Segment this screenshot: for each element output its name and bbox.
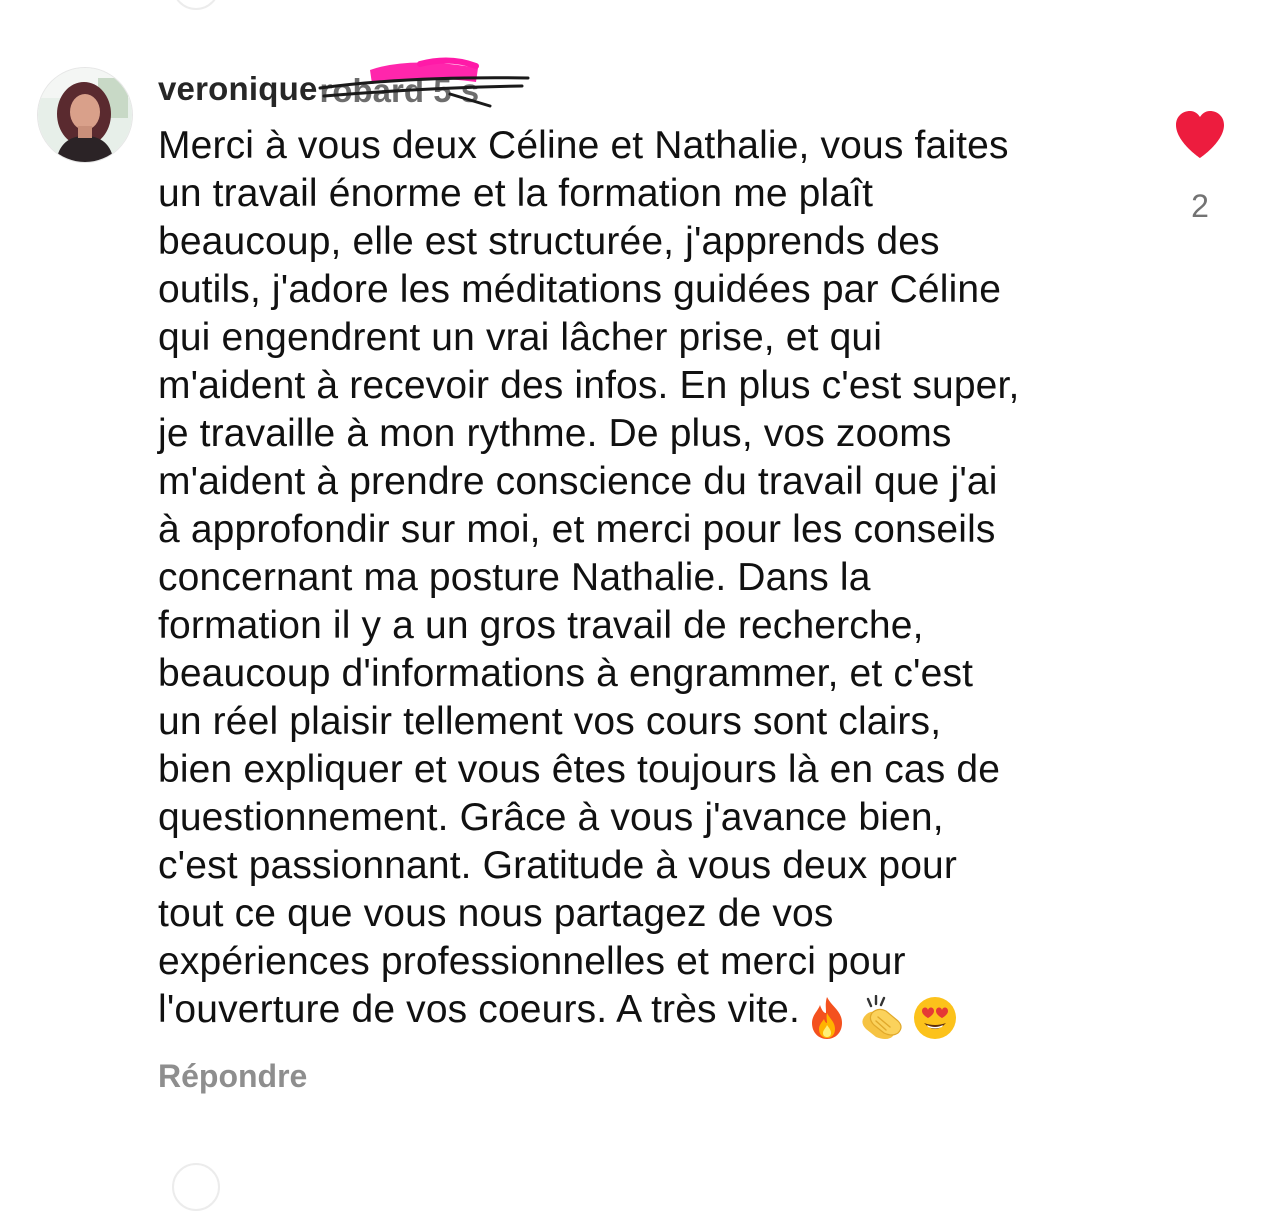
avatar[interactable]: [38, 68, 132, 162]
redacted-username-suffix: robard 5 s: [318, 57, 530, 112]
previous-comment-avatar: [172, 0, 220, 10]
emoji-group: [804, 992, 964, 1041]
fire-emoji-icon: [811, 996, 842, 1039]
comment-header: veronique robard 5 s: [158, 57, 530, 112]
reply-button[interactable]: Répondre: [158, 1058, 307, 1095]
like-button[interactable]: [1172, 108, 1228, 162]
avatar-photo: [38, 68, 132, 162]
heart-icon: [1176, 111, 1224, 158]
redaction-scribble: [318, 57, 530, 108]
clapping-hands-emoji-icon: [862, 994, 902, 1039]
comment-text: Merci à vous deux Céline et Nathalie, vo…: [158, 124, 1020, 1031]
username[interactable]: veronique: [158, 70, 318, 108]
heart-eyes-emoji-icon: [913, 996, 956, 1039]
comment-body: Merci à vous deux Céline et Nathalie, vo…: [158, 122, 1138, 1041]
like-count: 2: [1191, 188, 1209, 224]
next-comment-avatar: [172, 1163, 220, 1211]
